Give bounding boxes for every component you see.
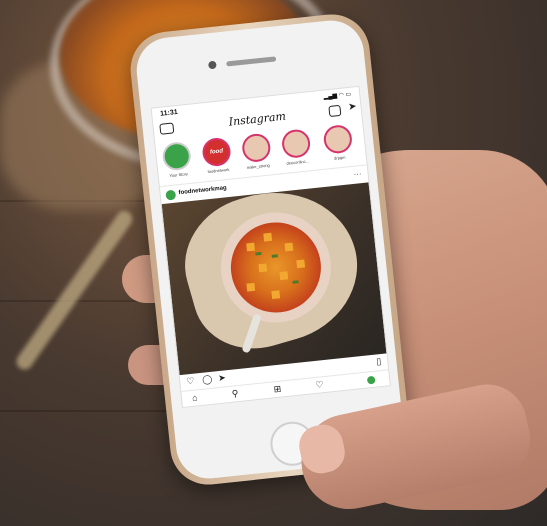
avatar	[240, 132, 272, 164]
avatar	[280, 128, 312, 160]
squash-cube	[296, 259, 306, 269]
herb	[255, 251, 262, 256]
story-item[interactable]: deeconlinc…	[279, 128, 314, 166]
story-item[interactable]: drpgm	[320, 123, 355, 162]
search-icon[interactable]: ⚲	[231, 388, 239, 400]
squash-cube	[279, 271, 289, 281]
add-post-icon[interactable]: ⊞	[273, 384, 282, 396]
send-icon[interactable]: ➤	[218, 372, 227, 384]
squash-cube	[246, 282, 256, 292]
post-photo[interactable]	[161, 182, 387, 376]
photo-scene: 11:31 ▂▄▆ ◠ ▭ Instagram ➤ Your Story foo…	[0, 0, 547, 526]
bookmark-icon[interactable]: ▯	[376, 356, 382, 367]
direct-message-icon[interactable]: ➤	[348, 101, 357, 113]
earpiece	[226, 56, 277, 67]
avatar[interactable]	[165, 189, 177, 201]
avatar	[322, 123, 354, 155]
story-item[interactable]: food foodnetwork	[199, 136, 234, 174]
squash-cube	[263, 232, 273, 242]
herb	[292, 280, 299, 284]
heart-icon[interactable]: ♡	[186, 376, 195, 388]
squash-cube	[271, 290, 281, 300]
avatar: food	[201, 136, 232, 168]
igtv-icon[interactable]	[328, 104, 342, 118]
story-label: deeconlinc…	[286, 158, 310, 166]
avatar	[161, 140, 193, 172]
squash-cube	[258, 263, 268, 273]
phone-screen: 11:31 ▂▄▆ ◠ ▭ Instagram ➤ Your Story foo…	[150, 85, 391, 409]
avatar[interactable]	[366, 375, 376, 385]
status-time: 11:31	[159, 108, 179, 118]
squash-cube	[246, 242, 256, 252]
post-username[interactable]: foodnetworkmag	[178, 185, 227, 196]
wooden-spoon	[13, 207, 136, 373]
heart-icon[interactable]: ♡	[315, 379, 324, 391]
squash-cube	[284, 242, 294, 252]
story-label: Your Story	[169, 171, 189, 179]
story-label: make_strong	[246, 162, 270, 170]
status-indicators: ▂▄▆ ◠ ▭	[323, 91, 352, 101]
story-item[interactable]: make_strong	[239, 132, 274, 170]
herb	[271, 254, 278, 258]
home-icon[interactable]: ⌂	[192, 392, 198, 403]
story-item[interactable]: Your Story	[159, 140, 194, 179]
front-camera	[208, 60, 217, 70]
story-label: drpgm	[333, 154, 346, 161]
comment-icon[interactable]: ◯	[202, 374, 213, 386]
story-label: foodnetwork	[207, 166, 230, 175]
more-options-icon[interactable]: ···	[353, 169, 362, 179]
